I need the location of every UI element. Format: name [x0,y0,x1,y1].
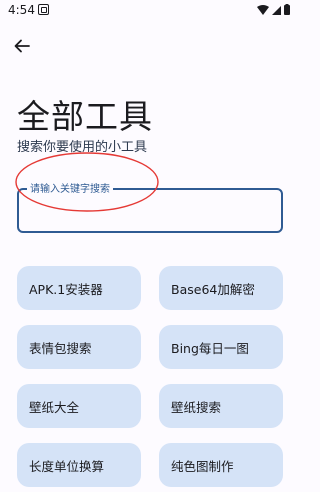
status-bar: 4:54 [0,0,300,22]
page-title: 全部工具 [17,97,153,136]
back-arrow-icon [14,39,30,53]
app-notification-icon [38,4,49,15]
tool-emoji-search[interactable]: 表情包搜索 [17,325,141,369]
status-time: 4:54 [8,3,35,17]
tool-bing-daily-image[interactable]: Bing每日一图 [159,325,283,369]
battery-icon [284,4,290,15]
tool-solid-color-image[interactable]: 纯色图制作 [159,443,283,487]
page-subtitle: 搜索你要使用的小工具 [17,140,148,155]
search-input[interactable] [25,200,279,224]
tool-apk-installer[interactable]: APK.1安装器 [17,266,141,310]
search-label: 请输入关键字搜索 [27,180,113,195]
tools-grid: APK.1安装器 Base64加解密 表情包搜索 Bing每日一图 壁纸大全 壁… [17,266,283,487]
signal-icon [272,6,281,15]
wifi-icon [257,5,269,15]
back-button[interactable] [10,34,34,58]
tool-wallpaper-search[interactable]: 壁纸搜索 [159,384,283,428]
status-indicators [256,4,292,16]
tool-base64[interactable]: Base64加解密 [159,266,283,310]
tool-wallpaper-collection[interactable]: 壁纸大全 [17,384,141,428]
tool-length-converter[interactable]: 长度单位换算 [17,443,141,487]
